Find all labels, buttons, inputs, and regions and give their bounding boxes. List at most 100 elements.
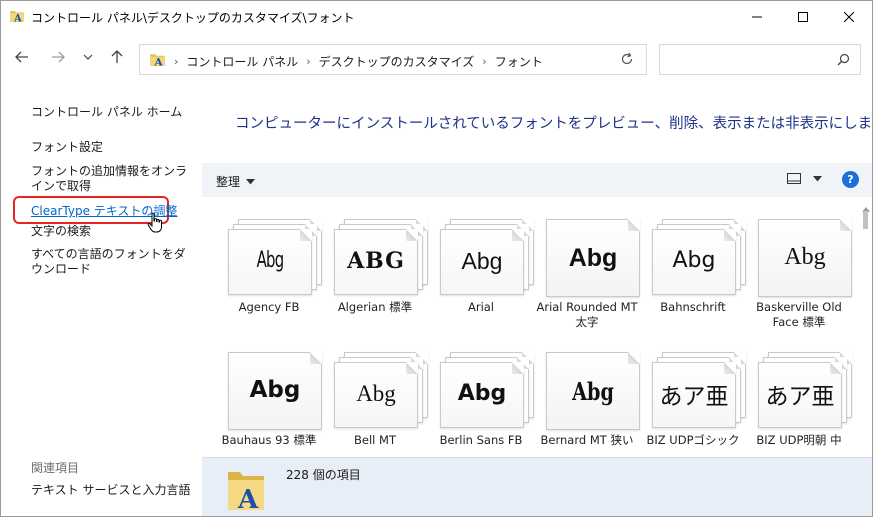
scroll-thumb[interactable] <box>863 211 868 229</box>
font-tile-baskerville[interactable]: Abg Baskerville Old Face 標準 <box>746 209 852 339</box>
search-input[interactable] <box>659 44 861 75</box>
font-tile-bernard-mt[interactable]: Abg Bernard MT 狭い <box>534 342 640 457</box>
font-stack-icon: Abg <box>228 219 328 297</box>
close-icon <box>844 11 854 22</box>
caret-down-icon <box>246 178 256 184</box>
chevron-right-icon[interactable]: › <box>174 55 178 68</box>
font-stack-icon: あア亜 <box>652 352 752 430</box>
font-name: BIZ UDP明朝 中 <box>756 433 842 447</box>
control-panel-home-link[interactable]: コントロール パネル ホーム <box>31 105 182 120</box>
minimize-icon <box>752 16 762 17</box>
breadcrumb: › コントロール パネル › デスクトップのカスタマイズ › フォント <box>174 53 543 70</box>
text-services-link[interactable]: テキスト サービスと入力言語 <box>31 483 190 498</box>
font-sample: Abg <box>256 248 285 273</box>
font-stack-icon: ABG <box>334 219 434 297</box>
font-stack-icon: Abg <box>440 352 540 430</box>
page-title: コンピューターにインストールされているフォントをプレビュー、削除、表示または非表… <box>235 116 873 132</box>
font-stack-icon: Abg <box>440 219 540 297</box>
fonts-folder-icon: A <box>9 8 25 25</box>
up-button[interactable] <box>104 44 130 70</box>
forward-button[interactable] <box>45 44 71 70</box>
font-name: Bernard MT 狭い <box>540 433 634 447</box>
content-pane: コンピューターにインストールされているフォントをプレビュー、削除、表示または非表… <box>202 87 873 516</box>
arrow-up-icon <box>111 50 123 63</box>
font-sample: Abg <box>249 377 301 403</box>
refresh-icon[interactable] <box>620 52 634 69</box>
help-button[interactable]: ? <box>842 171 859 188</box>
font-tile-bahnschrift[interactable]: Abg Bahnschrift <box>640 209 746 339</box>
chevron-down-icon <box>83 54 93 60</box>
font-tile-arial[interactable]: Abg Arial <box>428 209 534 339</box>
font-stack-icon: Abg <box>546 352 646 430</box>
vertical-scrollbar[interactable] <box>860 197 872 457</box>
font-stack-icon: Abg <box>546 219 646 297</box>
download-all-fonts-link[interactable]: すべての言語のフォントをダウンロード <box>31 247 193 277</box>
font-tile-biz-udpmincho[interactable]: あア亜 BIZ UDP明朝 中 <box>746 342 852 457</box>
font-name: Arial <box>467 300 495 314</box>
find-character-link[interactable]: 文字の検索 <box>31 224 91 239</box>
breadcrumb-fonts[interactable]: フォント <box>495 53 543 70</box>
font-name: Bahnschrift <box>660 300 726 314</box>
see-also-heading: 関連項目 <box>31 461 80 475</box>
font-sample: あア亜 <box>765 384 835 410</box>
font-name: Agency FB <box>238 300 300 314</box>
chevron-right-icon[interactable]: › <box>306 55 310 68</box>
arrow-left-icon <box>15 51 28 63</box>
get-more-fonts-link[interactable]: フォントの追加情報をオンラインで取得 <box>31 164 193 194</box>
organize-menu[interactable]: 整理 <box>216 173 256 190</box>
font-tile-berlin-sans[interactable]: Abg Berlin Sans FB <box>428 342 534 457</box>
font-sample: ABG <box>347 248 405 274</box>
explorer-window: A コントロール パネル\デスクトップのカスタマイズ\フォント A › コントロ… <box>0 0 873 517</box>
font-sample: Abg <box>672 248 716 273</box>
font-name: Baskerville Old Face 標準 <box>756 300 842 329</box>
minimize-button[interactable] <box>734 1 780 32</box>
font-sample: Abg <box>356 381 396 406</box>
task-pane: コントロール パネル ホーム フォント設定 フォントの追加情報をオンラインで取得… <box>1 87 202 516</box>
font-name: Berlin Sans FB <box>439 433 523 447</box>
font-tile-biz-udpgothic[interactable]: あア亜 BIZ UDPゴシック <box>640 342 746 457</box>
view-options-button[interactable] <box>787 173 822 185</box>
breadcrumb-control-panel[interactable]: コントロール パネル <box>186 53 298 70</box>
arrow-right-icon <box>52 51 65 63</box>
back-button[interactable] <box>9 44 35 70</box>
fonts-folder-icon: A <box>149 51 166 68</box>
font-sample: Abg <box>572 377 614 406</box>
font-tile-arial-rounded[interactable]: Abg Arial Rounded MT 太字 <box>534 209 640 339</box>
recent-locations-button[interactable] <box>75 44 101 70</box>
fonts-folder-large-icon: A <box>226 466 266 515</box>
font-tile-algerian[interactable]: ABG Algerian 標準 <box>322 209 428 339</box>
item-count: 228 個の項目 <box>286 468 361 482</box>
close-button[interactable] <box>826 1 872 32</box>
font-sample: Abg <box>457 381 507 406</box>
font-name: Bell MT <box>354 433 396 447</box>
caret-down-icon <box>813 176 822 182</box>
command-bar: 整理 ? <box>202 163 872 197</box>
chevron-right-icon[interactable]: › <box>482 55 486 68</box>
font-tile-bell-mt[interactable]: Abg Bell MT <box>322 342 428 457</box>
view-icon <box>787 173 801 184</box>
font-name: Bauhaus 93 標準 <box>221 433 317 447</box>
font-tile-agency-fb[interactable]: Abg Agency FB <box>216 209 322 339</box>
svg-text:A: A <box>153 55 163 68</box>
font-settings-link[interactable]: フォント設定 <box>31 140 103 155</box>
font-grid: Abg Agency FB ABG Algerian 標準 Abg Arial … <box>202 197 872 457</box>
maximize-icon <box>798 11 808 22</box>
font-sample: あア亜 <box>659 384 729 410</box>
window-title: コントロール パネル\デスクトップのカスタマイズ\フォント <box>31 11 355 25</box>
organize-label: 整理 <box>216 175 241 189</box>
details-pane: A 228 個の項目 <box>202 457 872 516</box>
font-stack-icon: Abg <box>758 219 858 297</box>
font-stack-icon: Abg <box>334 352 434 430</box>
font-tile-bauhaus-93[interactable]: Abg Bauhaus 93 標準 <box>216 342 322 457</box>
font-name: Algerian 標準 <box>337 300 413 314</box>
font-stack-icon: Abg <box>652 219 752 297</box>
search-icon <box>837 53 850 69</box>
maximize-button[interactable] <box>780 1 826 32</box>
breadcrumb-desktop-customize[interactable]: デスクトップのカスタマイズ <box>319 53 475 70</box>
font-name: Arial Rounded MT 太字 <box>536 300 638 329</box>
font-stack-icon: あア亜 <box>758 352 858 430</box>
title-bar[interactable]: A コントロール パネル\デスクトップのカスタマイズ\フォント <box>1 1 872 32</box>
font-sample: Abg <box>784 244 826 270</box>
address-bar[interactable]: A › コントロール パネル › デスクトップのカスタマイズ › フォント <box>139 44 647 75</box>
font-sample: Abg <box>461 248 503 274</box>
